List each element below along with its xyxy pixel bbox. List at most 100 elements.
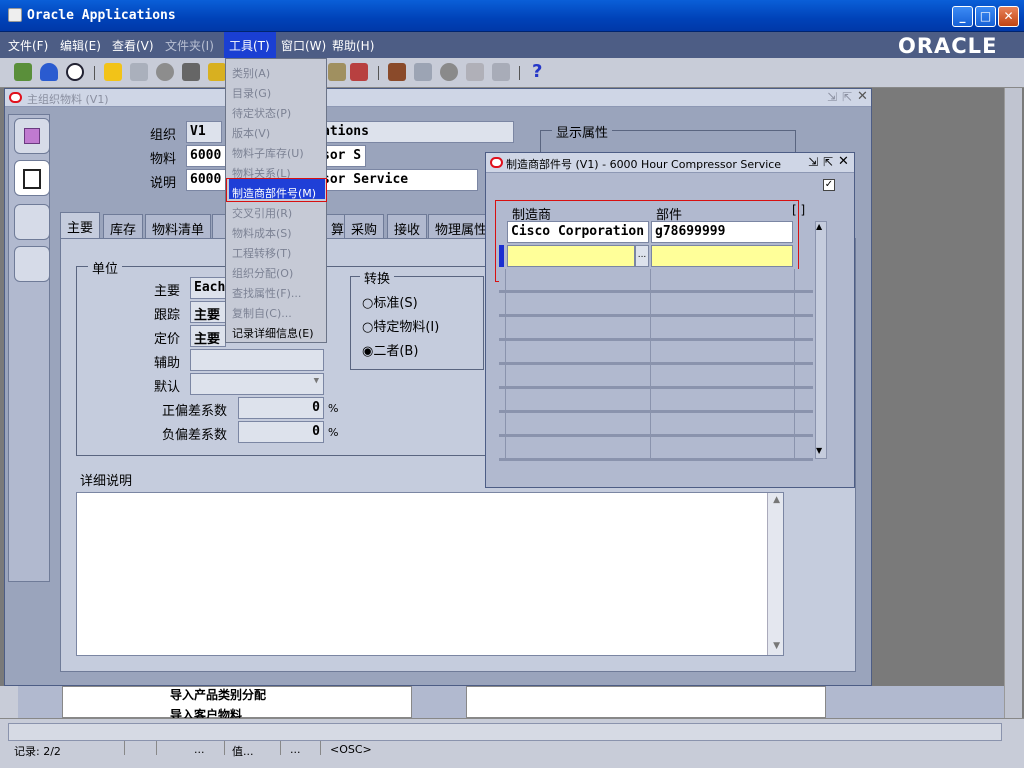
maximize-icon[interactable]: ⇱	[823, 155, 833, 169]
description-field[interactable]: 6000	[186, 169, 226, 191]
minimize-icon[interactable]: ⇲	[827, 90, 837, 104]
pricing-label: 定价	[154, 332, 181, 347]
neg-dev-field[interactable]: 0	[238, 421, 324, 443]
tab-inventory[interactable]: 库存	[103, 214, 144, 238]
documents-icon[interactable]	[14, 204, 50, 240]
navigator-item[interactable]: 导入产品类别分配	[170, 686, 266, 703]
radio-label: 特定物料(I)	[373, 320, 440, 335]
navigator-icon[interactable]	[66, 63, 84, 81]
package-icon[interactable]	[14, 118, 50, 154]
new-icon[interactable]	[14, 63, 32, 81]
master-window-title: 主组织物料 (V1)	[27, 93, 109, 106]
maximize-button[interactable]: □	[975, 6, 996, 27]
menu-bar: 文件(F) 编辑(E) 查看(V) 文件夹(I) 工具(T) 窗口(W) 帮助(…	[0, 32, 1024, 58]
menu-item-item-costs[interactable]: 物料成本(S)	[232, 225, 292, 241]
dialog-scrollbar[interactable]: ▲ ▼	[815, 221, 827, 459]
detail-label: 详细说明	[80, 474, 133, 489]
org-code-field[interactable]: V1	[186, 121, 222, 143]
desc-label: 说明	[150, 176, 177, 191]
checkbox-icon[interactable]: ✓	[823, 179, 835, 191]
folder-tool-icon[interactable]	[414, 63, 432, 81]
maximize-icon[interactable]: ⇱	[842, 90, 852, 104]
default-label: 默认	[154, 380, 181, 395]
chevron-down-icon: ▼	[313, 376, 319, 386]
close-icon[interactable]: ✕	[857, 89, 868, 104]
desktop-scrollbar[interactable]	[1004, 88, 1022, 718]
minimize-button[interactable]: _	[952, 6, 973, 27]
print-icon[interactable]	[182, 63, 200, 81]
menu-item-subinventory[interactable]: 物料子库存(U)	[232, 145, 304, 161]
folder-tools-icon[interactable]	[492, 63, 510, 81]
pos-dev-field[interactable]: 0	[238, 397, 324, 419]
menu-folder[interactable]: 文件夹(I)	[165, 37, 214, 54]
oracle-logo: ORACLE	[898, 34, 998, 58]
list-icon[interactable]	[14, 160, 50, 196]
help-icon[interactable]: ?	[532, 61, 542, 82]
oracle-window-icon	[9, 92, 22, 103]
item-field[interactable]: 6000	[186, 145, 226, 167]
menu-item-pending-status[interactable]: 待定状态(P)	[232, 105, 291, 121]
pen-icon[interactable]	[388, 63, 406, 81]
secondary-label: 辅助	[154, 356, 181, 371]
delete-icon[interactable]	[350, 63, 368, 81]
menu-item-record-history[interactable]: 记录详细信息(E)	[232, 325, 314, 341]
close-button[interactable]: ✕	[998, 6, 1019, 27]
description-field-tail[interactable]: sor Service	[318, 169, 478, 191]
tracking-field[interactable]: 主要	[190, 301, 226, 323]
pricing-field[interactable]: 主要	[190, 325, 226, 347]
menu-file[interactable]: 文件(F)	[8, 37, 48, 54]
tree-icon[interactable]	[14, 246, 50, 282]
radio-standard[interactable]: ○标准(S)	[362, 292, 418, 311]
menu-item-catalog[interactable]: 目录(G)	[232, 85, 271, 101]
tracking-label: 跟踪	[154, 308, 181, 323]
switch-resp-icon[interactable]	[156, 63, 174, 81]
menu-item-org-assignment[interactable]: 组织分配(O)	[232, 265, 293, 281]
scroll-down-icon[interactable]: ▼	[816, 446, 822, 455]
detail-scrollbar[interactable]	[767, 493, 783, 655]
pos-dev-label: 正偏差系数	[162, 404, 228, 419]
menu-help[interactable]: 帮助(H)	[332, 37, 374, 54]
detail-textarea[interactable]: ▲ ▼	[76, 492, 784, 656]
close-icon[interactable]: ✕	[838, 154, 849, 169]
radio-both[interactable]: ◉二者(B)	[362, 340, 418, 359]
find-icon[interactable]	[40, 63, 58, 81]
separator	[378, 66, 379, 80]
menu-item-engineering-transfer[interactable]: 工程转移(T)	[232, 245, 291, 261]
scroll-up-icon[interactable]: ▲	[773, 495, 780, 505]
org-name-field[interactable]: ations	[318, 121, 514, 143]
save-icon[interactable]	[130, 63, 148, 81]
minimize-icon[interactable]: ⇲	[808, 155, 818, 169]
edit-icon[interactable]	[328, 63, 346, 81]
menu-edit[interactable]: 编辑(E)	[60, 37, 101, 54]
scroll-up-icon[interactable]: ▲	[816, 222, 822, 231]
tab-main[interactable]: 主要	[60, 212, 101, 238]
menu-window[interactable]: 窗口(W)	[281, 37, 326, 54]
radio-label: 标准(S)	[373, 296, 418, 311]
toolbar: ?	[0, 58, 1024, 88]
menu-item-categories[interactable]: 类别(A)	[232, 65, 270, 81]
menu-item-revisions[interactable]: 版本(V)	[232, 125, 270, 141]
menu-item-copy-from[interactable]: 复制自(C)...	[232, 305, 292, 321]
tab-receiving[interactable]: 接收	[387, 214, 428, 238]
scroll-down-icon[interactable]: ▼	[773, 641, 780, 651]
attachment-icon[interactable]	[466, 63, 484, 81]
dialog-titlebar: 制造商部件号 (V1) - 6000 Hour Compressor Servi…	[486, 153, 854, 173]
default-select[interactable]: ▼	[190, 373, 324, 395]
radio-item-specific[interactable]: ○特定物料(I)	[362, 316, 439, 335]
status-field-2: ...	[290, 743, 301, 756]
menu-view[interactable]: 查看(V)	[112, 37, 154, 54]
translate-icon[interactable]	[440, 63, 458, 81]
org-label: 组织	[150, 128, 177, 143]
tab-purchasing[interactable]: 采购	[344, 214, 385, 238]
menu-item-cross-references[interactable]: 交叉引用(R)	[232, 205, 292, 221]
empty-rows[interactable]	[499, 269, 813, 461]
tab-bom[interactable]: 物料清单	[145, 214, 212, 238]
close-form-icon[interactable]	[208, 63, 226, 81]
secondary-uom-field[interactable]	[190, 349, 324, 371]
message-line	[8, 723, 1002, 741]
navigator-panel: 导入产品类别分配 导入客户物料	[0, 686, 1004, 722]
primary-uom-field[interactable]: Each	[190, 277, 226, 299]
menu-item-find-attributes[interactable]: 查找属性(F)...	[232, 285, 301, 301]
menu-tools[interactable]: 工具(T)	[229, 37, 270, 54]
open-folder-icon[interactable]	[104, 63, 122, 81]
